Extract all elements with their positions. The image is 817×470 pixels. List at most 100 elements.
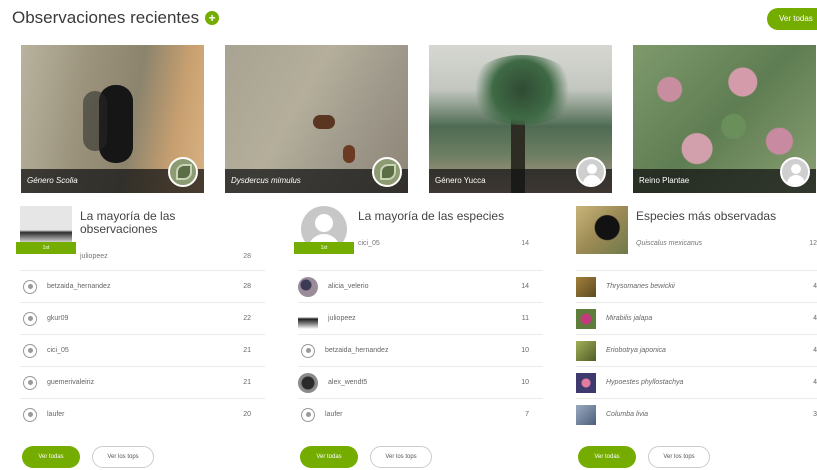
list-item[interactable]: alicia_velerio 14 [298, 270, 543, 302]
list-item[interactable]: Columba livia 3 [576, 398, 817, 430]
top-name[interactable]: juliopeez [80, 253, 108, 260]
item-count: 21 [243, 379, 251, 386]
item-name[interactable]: juliopeez [328, 315, 522, 322]
user-icon [301, 343, 315, 358]
list-item[interactable]: Hypoestes phyllostachya 4 [576, 366, 817, 398]
user-icon [587, 164, 597, 174]
list-item[interactable]: betzaida_hernandez 28 [20, 270, 265, 302]
top-count: 14 [521, 240, 529, 247]
top-avatar[interactable] [576, 206, 628, 258]
top-name[interactable]: cici_05 [358, 240, 380, 247]
top-observers-panel: 1st La mayoría de las observaciones juli… [16, 200, 265, 470]
item-name[interactable]: gkur09 [47, 315, 243, 322]
item-name[interactable]: Hypoestes phyllostachya [606, 379, 813, 386]
species-thumb [576, 308, 596, 329]
item-name[interactable]: alex_wendt5 [328, 379, 521, 386]
top-name[interactable]: Quiscalus mexicanus [636, 240, 702, 247]
leaf-icon [380, 164, 396, 180]
taxon-badge[interactable] [168, 157, 198, 187]
item-count: 21 [243, 347, 251, 354]
insect-shape [313, 115, 335, 129]
observation-card[interactable]: Género Yucca [429, 45, 612, 193]
see-all-button[interactable]: Ver todas [22, 446, 80, 468]
page-title: Observaciones recientes [12, 8, 200, 27]
item-count: 4 [813, 283, 817, 290]
insect-shape [343, 145, 355, 163]
list-item[interactable]: Mirabilis jalapa 4 [576, 302, 817, 334]
user-icon [23, 279, 37, 294]
item-name[interactable]: laufer [325, 411, 525, 418]
observation-card[interactable]: Género Scolia [21, 45, 204, 193]
observation-card[interactable]: Dysdercus mimulus [225, 45, 408, 193]
item-name[interactable]: betzaida_hernandez [47, 283, 243, 290]
wing-shape [83, 91, 107, 151]
item-name[interactable]: cici_05 [47, 347, 243, 354]
recent-observations-strip: Género Scolia Dysdercus mimulus Género Y… [21, 45, 817, 193]
avatar [298, 372, 318, 393]
item-name[interactable]: Columba livia [606, 411, 813, 418]
see-tops-button[interactable]: Ver los tops [648, 446, 710, 468]
item-name[interactable]: laufer [47, 411, 243, 418]
top-species-panel: Especies más observadas Quiscalus mexica… [576, 200, 817, 470]
top-count: 28 [243, 253, 251, 260]
item-count: 4 [813, 347, 817, 354]
item-count: 10 [521, 379, 529, 386]
list-item[interactable]: cici_05 21 [20, 334, 265, 366]
item-count: 28 [243, 283, 251, 290]
item-count: 3 [813, 411, 817, 418]
see-tops-button[interactable]: Ver los tops [92, 446, 154, 468]
list-item[interactable]: laufer 7 [298, 398, 543, 430]
top-avatar[interactable]: 1st [294, 206, 354, 258]
species-thumb [576, 372, 596, 393]
item-name[interactable]: alicia_velerio [328, 283, 521, 290]
plus-icon[interactable]: + [205, 11, 220, 25]
top-avatar[interactable]: 1st [16, 206, 76, 258]
panel-title: La mayoría de las especies [358, 209, 505, 223]
panel-title: Especies más observadas [636, 209, 777, 223]
section-header: Observaciones recientes + [12, 6, 220, 30]
item-name[interactable]: betzaida_hernandez [325, 347, 521, 354]
item-count: 20 [243, 411, 251, 418]
top-count: 12 [809, 240, 817, 247]
see-all-button[interactable]: Ver todas [300, 446, 358, 468]
panel-header: Especies más observadas [576, 200, 817, 260]
item-count: 4 [813, 379, 817, 386]
panel-header: 1st La mayoría de las especies [294, 200, 543, 260]
list-item[interactable]: alex_wendt5 10 [298, 366, 543, 398]
species-thumb [576, 276, 596, 297]
leaf-icon [176, 164, 192, 180]
list-item[interactable]: betzaida_hernandez 10 [298, 334, 543, 366]
item-name[interactable]: Eriobotrya japonica [606, 347, 813, 354]
species-thumb [576, 404, 596, 425]
observation-card[interactable]: Reino Plantae [633, 45, 816, 193]
user-badge[interactable] [576, 157, 606, 187]
item-count: 10 [521, 347, 529, 354]
item-name[interactable]: Thrysomanes bewickii [606, 283, 813, 290]
see-all-button[interactable]: Ver todas [578, 446, 636, 468]
avatar [298, 308, 318, 329]
species-photo[interactable] [576, 206, 628, 254]
panel-header: 1st La mayoría de las observaciones [16, 200, 265, 260]
user-icon [23, 407, 37, 422]
panel-title: La mayoría de las observaciones [80, 209, 176, 236]
item-name[interactable]: guemerivaleiriz [47, 379, 243, 386]
list-item[interactable]: gkur09 22 [20, 302, 265, 334]
list-item[interactable]: laufer 20 [20, 398, 265, 430]
user-icon [315, 214, 333, 232]
item-name[interactable]: Mirabilis jalapa [606, 315, 813, 322]
taxon-badge[interactable] [372, 157, 402, 187]
list-item[interactable]: juliopeez 11 [298, 302, 543, 334]
user-icon [791, 164, 801, 174]
list-item[interactable]: guemerivaleiriz 21 [20, 366, 265, 398]
list-item[interactable]: Eriobotrya japonica 4 [576, 334, 817, 366]
see-tops-button[interactable]: Ver los tops [370, 446, 432, 468]
see-all-observations-button[interactable]: Ver todas [767, 8, 817, 30]
top-species-observers-panel: 1st La mayoría de las especies cici_05 1… [294, 200, 543, 470]
species-thumb [576, 340, 596, 361]
user-icon [23, 375, 37, 390]
user-badge[interactable] [780, 157, 810, 187]
list-item[interactable]: Thrysomanes bewickii 4 [576, 270, 817, 302]
user-icon [301, 407, 315, 422]
item-count: 7 [525, 411, 529, 418]
user-icon [23, 343, 37, 358]
